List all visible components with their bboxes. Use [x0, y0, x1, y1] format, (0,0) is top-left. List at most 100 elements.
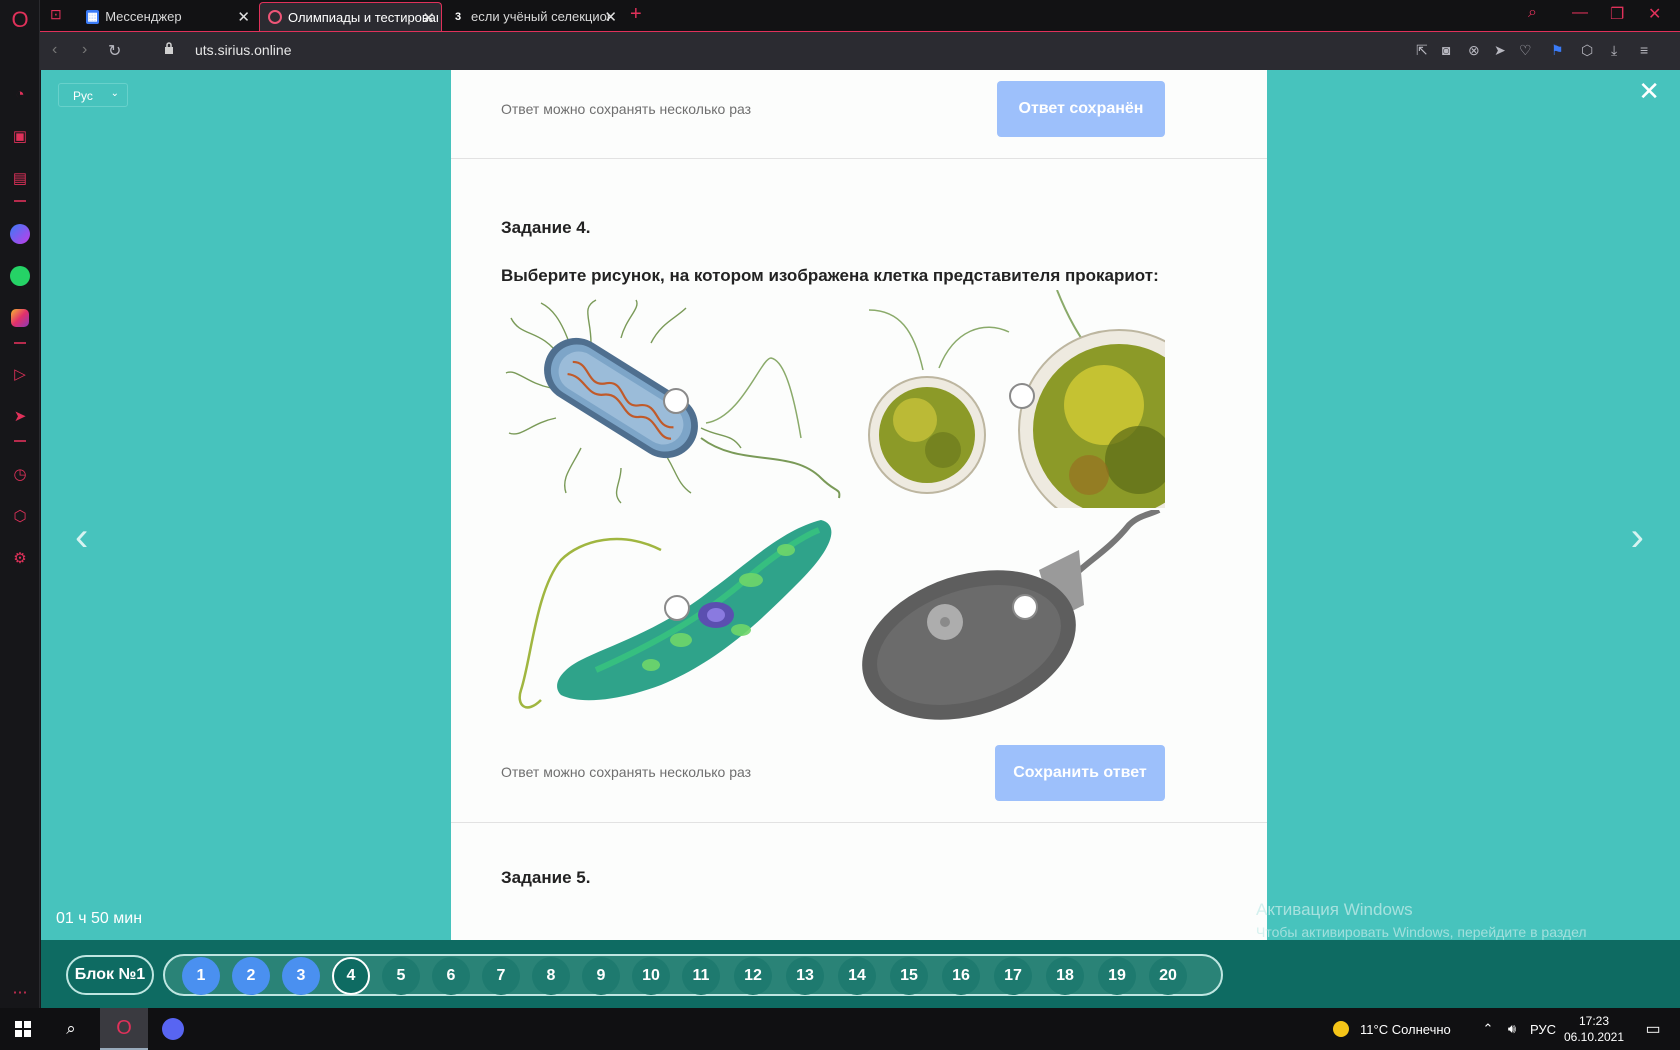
page-content: Рус ⌄ ✕ ‹ › 01 ч 50 мин Ответ можно сохр…	[41, 70, 1680, 1008]
close-window-icon[interactable]: ✕	[1648, 4, 1661, 24]
task-number-button[interactable]: 15	[890, 957, 928, 995]
znanija-favicon-icon: 3	[454, 10, 462, 23]
divider	[451, 822, 1267, 823]
task-number-button[interactable]: 10	[632, 957, 670, 995]
task-number-button[interactable]: 20	[1149, 957, 1187, 995]
windows-taskbar: ⌕ O 11°C Солнечно ⌃ 🔊︎ РУС 17:23 06.10.2…	[0, 1008, 1680, 1050]
restore-icon[interactable]: ❐	[1610, 4, 1624, 24]
task-navigator: Блок №1 1 2 3 4 5 6 7 8 9 10 11 12 13 14 15 16 17 18 19 20	[41, 940, 1680, 1008]
send-page-icon[interactable]: ➤	[1494, 42, 1506, 59]
twitch-icon[interactable]: ▤	[8, 166, 32, 190]
extensions-icon[interactable]: ⬡	[8, 504, 32, 528]
task-number-button[interactable]: 4	[332, 957, 370, 995]
clock[interactable]: 17:23 06.10.2021	[1562, 1008, 1626, 1050]
close-icon[interactable]: ✕	[422, 9, 435, 27]
weather-text[interactable]: 11°C Солнечно	[1360, 1008, 1490, 1050]
option-radio[interactable]	[1009, 383, 1035, 409]
reload-icon[interactable]: ↻	[108, 41, 121, 61]
save-answer-button[interactable]: Сохранить ответ	[995, 745, 1165, 801]
snapshot-icon[interactable]: ◙	[1442, 42, 1450, 58]
task-number-button[interactable]: 17	[994, 957, 1032, 995]
option-euglena[interactable]	[501, 510, 841, 722]
task-number-button[interactable]: 18	[1046, 957, 1084, 995]
task-number-button[interactable]: 13	[786, 957, 824, 995]
option-radio[interactable]	[664, 595, 690, 621]
task-number-button[interactable]: 5	[382, 957, 420, 995]
settings-icon[interactable]: ⚙	[8, 546, 32, 570]
tab-messenger[interactable]: ▦ Мессенджер ✕	[78, 2, 256, 31]
task-number-button[interactable]: 12	[734, 957, 772, 995]
search-icon[interactable]: ⌕	[48, 1008, 94, 1050]
task-title: Задание 4.	[501, 218, 591, 237]
task-number-button[interactable]: 11	[682, 957, 720, 995]
windows-activation-title: Активация Windows	[1256, 900, 1413, 919]
send-icon[interactable]: ➤	[8, 404, 32, 428]
task-number-button[interactable]: 8	[532, 957, 570, 995]
prev-task-arrow-icon[interactable]: ‹	[75, 515, 88, 560]
chevron-down-icon: ⌄	[110, 88, 119, 99]
close-icon[interactable]: ✕	[604, 8, 617, 26]
share-icon[interactable]: ⇱	[1416, 42, 1428, 59]
messenger-icon[interactable]	[8, 222, 32, 246]
close-icon[interactable]: ✕	[1638, 76, 1660, 107]
task-number-button[interactable]: 19	[1098, 957, 1136, 995]
notifications-icon[interactable]: ▭	[1636, 1008, 1670, 1050]
task-number-button[interactable]: 2	[232, 957, 270, 995]
input-language[interactable]: РУС	[1528, 1008, 1558, 1050]
weather-sun-icon	[1332, 1008, 1350, 1050]
opera-logo-icon[interactable]: O	[8, 7, 32, 32]
minimize-icon[interactable]: —	[1572, 4, 1588, 22]
close-icon[interactable]: ✕	[237, 8, 250, 26]
task-number-button[interactable]: 16	[942, 957, 980, 995]
instagram-icon[interactable]	[8, 306, 32, 330]
next-task-arrow-icon[interactable]: ›	[1631, 515, 1644, 560]
url-field[interactable]: uts.sirius.online	[195, 42, 292, 58]
back-icon[interactable]: ‹	[52, 41, 57, 59]
messenger-favicon-icon: ▦	[86, 9, 100, 24]
gamepad-icon[interactable]: ⊡	[50, 6, 62, 23]
option-radio[interactable]	[663, 388, 689, 414]
player-icon[interactable]: ▷	[8, 362, 32, 386]
download-icon[interactable]: ⤓	[1611, 42, 1617, 59]
sidebar-divider	[14, 200, 26, 202]
history-icon[interactable]: ◷	[8, 462, 32, 486]
divider	[451, 158, 1267, 159]
task-number-button[interactable]: 3	[282, 957, 320, 995]
opera-sidebar: O ◔ ▣ ▤ ▷ ➤ ◷ ⬡ ⚙ ⋯	[0, 0, 40, 1008]
discord-taskbar-icon[interactable]	[150, 1008, 196, 1050]
more-icon[interactable]: ⋯	[8, 980, 32, 1004]
tab-search[interactable]: 3 если учёный селекционер ✕	[443, 2, 623, 31]
option-radio[interactable]	[1012, 594, 1038, 620]
search-tabs-icon[interactable]: ⌕	[1528, 4, 1537, 22]
windows-start-icon[interactable]	[0, 1008, 46, 1050]
whatsapp-icon[interactable]	[8, 264, 32, 288]
option-chlorella[interactable]	[839, 290, 1165, 508]
task-number-button[interactable]: 6	[432, 957, 470, 995]
timer: 01 ч 50 мин	[56, 910, 143, 927]
tab-olympiad[interactable]: Олимпиады и тестирования ✕	[259, 2, 442, 31]
option-ciliate[interactable]	[839, 510, 1165, 722]
task-number-button[interactable]: 1	[182, 957, 220, 995]
save-note: Ответ можно сохранять несколько раз	[501, 101, 752, 117]
task-number-button[interactable]: 9	[582, 957, 620, 995]
opera-taskbar-icon[interactable]: O	[100, 1008, 148, 1050]
tray-chevron-icon[interactable]: ⌃	[1478, 1008, 1498, 1050]
speed-dial-icon[interactable]: ◔	[8, 82, 32, 106]
save-note: Ответ можно сохранять несколько раз	[501, 764, 752, 780]
easy-setup-icon[interactable]: ≡	[1640, 42, 1648, 58]
extensions-cube-icon[interactable]: ⬡	[1581, 42, 1593, 59]
task-number-button[interactable]: 7	[482, 957, 520, 995]
volume-icon[interactable]: 🔊︎	[1500, 1008, 1524, 1050]
vpn-flag-icon[interactable]: ⚑	[1551, 42, 1564, 59]
block-label-button[interactable]: Блок №1	[66, 955, 154, 995]
language-select[interactable]: Рус ⌄	[58, 83, 128, 107]
task-number-button[interactable]: 14	[838, 957, 876, 995]
adblock-icon[interactable]: ⊗	[1468, 42, 1480, 59]
tab-bar: ⊡ ▦ Мессенджер ✕ Олимпиады и тестировани…	[40, 0, 1680, 31]
answer-saved-button[interactable]: Ответ сохранён	[997, 81, 1165, 137]
forward-icon[interactable]: ›	[82, 41, 87, 59]
bookmark-heart-icon[interactable]: ♡	[1519, 42, 1532, 59]
option-bacterium[interactable]	[501, 298, 841, 508]
new-tab-icon[interactable]: +	[630, 3, 642, 26]
workspace-icon[interactable]: ▣	[8, 124, 32, 148]
